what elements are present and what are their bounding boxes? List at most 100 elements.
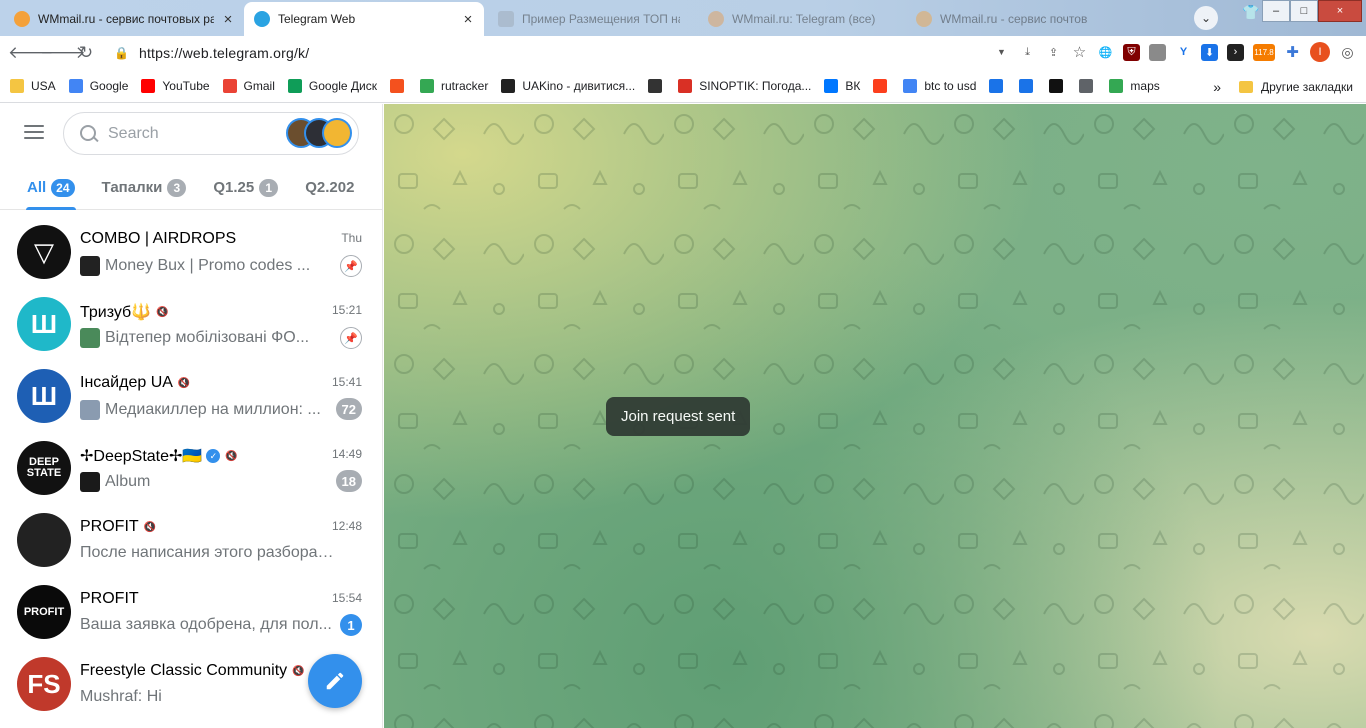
folder-tab[interactable]: Тапалки 3: [102, 166, 187, 210]
download-icon[interactable]: ⤓: [1019, 44, 1036, 61]
search-input[interactable]: [108, 124, 278, 143]
bookmark-favicon-icon: [141, 79, 156, 93]
briefcase-icon[interactable]: [1149, 43, 1166, 61]
dropdown-arrow-icon[interactable]: ▼: [993, 44, 1010, 61]
forward-arrow-icon[interactable]: 🡒: [40, 43, 86, 63]
bookmark-favicon-icon: [420, 79, 434, 93]
tab-search-dropdown-icon[interactable]: ⌄: [1194, 6, 1218, 30]
other-bookmarks-link[interactable]: Другие закладки: [1261, 80, 1353, 94]
address-bar[interactable]: https://web.telegram.org/k/: [139, 45, 309, 61]
bookmark-item[interactable]: [873, 79, 894, 93]
y-extension-icon[interactable]: Y: [1175, 44, 1192, 61]
window-close-button[interactable]: ×: [1318, 0, 1362, 22]
bookmark-item[interactable]: [390, 79, 411, 93]
globe-icon[interactable]: 🌐: [1097, 44, 1114, 61]
bookmark-item[interactable]: Gmail: [222, 79, 275, 93]
back-arrow-icon[interactable]: 🡐: [8, 43, 54, 63]
bookmark-item[interactable]: [1079, 79, 1100, 93]
chat-row[interactable]: PROFIT PROFIT 15:54 Ваша заявка одобрена, д…: [0, 575, 382, 647]
tab-telegram-web[interactable]: Telegram Web ×: [244, 2, 484, 36]
chat-row[interactable]: DEEP STATE ✢DeepState✢🇺🇦 ✓ 🔇 14:49 Album 18: [0, 431, 382, 503]
chat-title-text: Тризуб🔱: [80, 304, 152, 321]
bookmark-item[interactable]: USA: [10, 79, 56, 93]
bookmark-favicon-icon: [678, 79, 693, 93]
bookmark-item[interactable]: UAKino - дивитися...: [501, 79, 635, 93]
chat-preview: Album: [80, 472, 335, 492]
bookmark-item[interactable]: ВК: [824, 79, 860, 93]
preview-thumbnail: [80, 472, 100, 492]
bookmark-label: YouTube: [162, 79, 210, 93]
preview-thumbnail: [80, 256, 100, 276]
tab-background-3[interactable]: WMmail.ru - сервис почтовых: [906, 2, 1096, 36]
bookmark-star-icon[interactable]: ☆: [1071, 44, 1088, 61]
chat-avatar: ▽: [17, 225, 71, 279]
search-box[interactable]: [63, 112, 359, 155]
lock-icon[interactable]: 🔒: [114, 46, 129, 60]
bookmark-favicon-icon: [10, 79, 24, 93]
stories-avatars[interactable]: [286, 118, 352, 148]
terminal-extension-icon[interactable]: ›: [1227, 43, 1244, 61]
doodle-pattern: [384, 104, 1366, 728]
story-avatar[interactable]: [322, 118, 352, 148]
bookmark-item[interactable]: SINOPTIK: Погода...: [678, 79, 811, 93]
bookmark-item[interactable]: Google Диск: [287, 79, 377, 93]
bookmark-item[interactable]: maps: [1109, 79, 1160, 93]
unread-count-badge: 72: [335, 398, 362, 420]
maximize-button[interactable]: □: [1290, 0, 1318, 22]
tab-wmmail[interactable]: WMmail.ru - сервис почтовых рас ×: [4, 2, 244, 36]
folder-tabs: All 24 Тапалки 3 Q1.25 1 Q2.202: [0, 166, 382, 210]
search-icon: [80, 124, 98, 143]
hamburger-menu-icon[interactable]: [24, 125, 44, 139]
chat-row[interactable]: Ш Інсайдер UA 🔇 15:41 Медиакиллер на миллион…: [0, 359, 382, 431]
bookmark-favicon-icon: [1079, 79, 1094, 93]
bookmark-item[interactable]: [989, 79, 1010, 93]
tab-background-1[interactable]: Пример Размещения ТОП на сайт: [488, 2, 688, 36]
folder-tab[interactable]: Q1.25 1: [213, 166, 279, 210]
reload-icon[interactable]: ↻: [72, 43, 100, 63]
unread-count-badge: 1: [340, 614, 362, 636]
extension-badge[interactable]: 117.8: [1253, 43, 1275, 61]
chat-preview-text: Ваша заявка одобрена, для пол...: [80, 616, 332, 633]
tab-background-2[interactable]: WMmail.ru: Telegram (все): [698, 2, 898, 36]
chat-row[interactable]: ▽ COMBO | AIRDROPS Thu Money Bux | Promo co…: [0, 215, 382, 287]
tab-title: WMmail.ru - сервис почтовых рас: [38, 12, 214, 26]
chat-title-text: PROFIT: [80, 590, 139, 607]
bookmark-item[interactable]: Google: [68, 79, 128, 93]
bookmark-favicon-icon: [1019, 79, 1034, 93]
chat-background: Join request sent: [384, 104, 1366, 728]
minimize-button[interactable]: –: [1262, 0, 1290, 22]
bookmarks-more-icon[interactable]: »: [1213, 79, 1221, 95]
preview-thumbnail: [80, 400, 100, 420]
chat-preview-text: Медиакиллер на миллион: ...: [105, 401, 321, 418]
chrome-menu-icon[interactable]: ◎: [1339, 44, 1356, 61]
muted-icon: 🔇: [177, 377, 191, 389]
share-icon[interactable]: ⇪: [1045, 44, 1062, 61]
bookmark-label: USA: [31, 79, 56, 93]
chat-title: PROFIT: [80, 590, 139, 608]
bookmark-item[interactable]: YouTube: [141, 79, 210, 93]
tab-close-icon[interactable]: ×: [460, 11, 476, 28]
chat-row[interactable]: Ш Тризуб🔱 🔇 15:21 Відтепер мобілізовані ФО..…: [0, 287, 382, 359]
bookmark-item[interactable]: [1049, 79, 1070, 93]
chat-preview-text: Mushraf: Hi: [80, 688, 162, 705]
bookmark-item[interactable]: [648, 79, 669, 93]
bookmark-item[interactable]: rutracker: [420, 79, 488, 93]
bookmark-item[interactable]: btc to usd: [903, 79, 976, 93]
folder-tab[interactable]: Q2.202: [305, 166, 354, 210]
profile-avatar[interactable]: I: [1310, 42, 1330, 62]
bookmarks-bar: USA Google YouTube Gmail Google Диск rutracke…: [0, 70, 1366, 103]
new-message-button[interactable]: [308, 654, 362, 708]
bookmark-favicon-icon: [222, 79, 237, 93]
save-extension-icon[interactable]: ⬇: [1201, 43, 1218, 61]
tab-title: Telegram Web: [278, 12, 356, 26]
ublock-icon[interactable]: ⛨: [1123, 43, 1140, 61]
browser-tab-bar: WMmail.ru - сервис почтовых рас × Telegr…: [0, 0, 1366, 36]
tshirt-icon: 👕: [1242, 4, 1260, 20]
bookmark-favicon-icon: [501, 79, 516, 93]
bookmark-favicon-icon: [989, 79, 1004, 93]
bookmark-item[interactable]: [1019, 79, 1040, 93]
tab-close-icon[interactable]: ×: [220, 11, 236, 28]
chat-row[interactable]: PROFIT 🔇 12:48 После написания этого разбор…: [0, 503, 382, 575]
folder-tab[interactable]: All 24: [26, 166, 76, 210]
puzzle-extensions-icon[interactable]: ✚: [1284, 44, 1301, 61]
